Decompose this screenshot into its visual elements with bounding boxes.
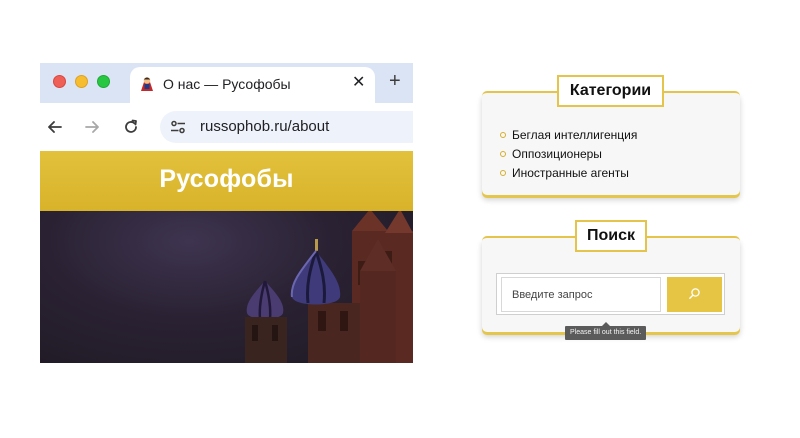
search-form <box>496 273 725 315</box>
search-input[interactable] <box>501 277 661 312</box>
address-bar[interactable]: russophob.ru/about <box>160 111 413 143</box>
category-item[interactable]: Иностранные агенты <box>500 165 637 184</box>
bullet-icon <box>500 170 506 176</box>
tab-title: О нас — Русофобы <box>163 76 291 92</box>
bullet-icon <box>500 151 506 157</box>
tab-close-icon[interactable]: ✕ <box>352 75 365 91</box>
bullet-icon <box>500 132 506 138</box>
category-item[interactable]: Оппозиционеры <box>500 146 637 165</box>
category-label[interactable]: Оппозиционеры <box>512 147 602 161</box>
back-arrow-icon[interactable] <box>46 118 64 136</box>
search-widget: Поиск <box>482 220 740 332</box>
forward-arrow-icon[interactable] <box>83 118 101 136</box>
url-text: russophob.ru/about <box>200 118 330 135</box>
validation-tooltip: Please fill out this field. <box>565 322 647 340</box>
browser-window: О нас — Русофобы ✕ + russophob.ru/about <box>40 63 413 363</box>
site-header: Русофобы <box>40 151 413 211</box>
categories-title: Категории <box>557 75 664 107</box>
categories-widget: Категории Беглая интеллигенция Оппозицио… <box>482 75 740 195</box>
category-item[interactable]: Беглая интеллигенция <box>500 127 637 146</box>
site-title: Русофобы <box>159 165 294 193</box>
window-zoom-button[interactable] <box>97 75 110 88</box>
search-button[interactable] <box>667 277 722 312</box>
category-label[interactable]: Иностранные агенты <box>512 166 629 180</box>
reload-icon[interactable] <box>122 118 140 136</box>
window-minimize-button[interactable] <box>75 75 88 88</box>
browser-tab[interactable]: О нас — Русофобы ✕ <box>130 67 375 103</box>
new-tab-button[interactable]: + <box>389 71 401 91</box>
category-label[interactable]: Беглая интеллигенция <box>512 128 637 142</box>
categories-list: Беглая интеллигенция Оппозиционеры Иност… <box>500 127 637 184</box>
superhero-favicon-icon <box>138 75 156 93</box>
site-settings-icon[interactable] <box>170 119 186 135</box>
hero-image <box>40 211 413 363</box>
browser-toolbar: russophob.ru/about <box>40 103 413 151</box>
tab-bar: О нас — Русофобы ✕ + <box>40 63 413 103</box>
search-icon <box>688 287 701 300</box>
window-close-button[interactable] <box>53 75 66 88</box>
search-title: Поиск <box>575 220 647 252</box>
